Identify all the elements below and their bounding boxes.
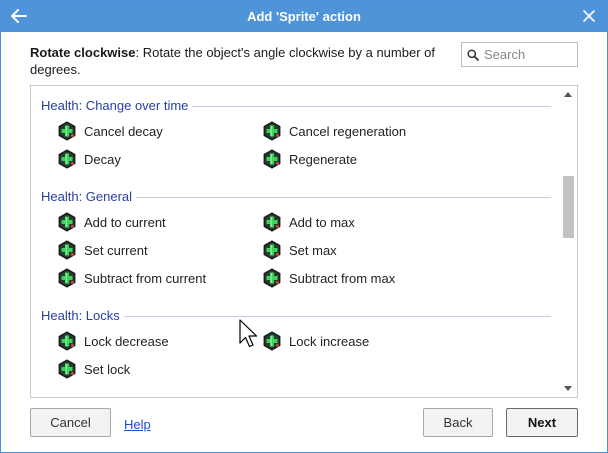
action-list[interactable]: Health: Change over time Cancel decay Ca… [30, 85, 578, 398]
search-box[interactable] [461, 42, 578, 67]
list-item-label: Cancel decay [84, 123, 163, 139]
list-item-label: Regenerate [289, 151, 357, 167]
search-icon [467, 48, 479, 61]
health-cross-icon [58, 331, 76, 351]
close-button[interactable] [579, 6, 599, 26]
list-item-add-to-max[interactable]: Add to max [262, 211, 355, 233]
list-item-add-to-current[interactable]: Add to current [57, 211, 166, 233]
list-item-label: Lock decrease [84, 333, 169, 349]
health-cross-icon [58, 240, 76, 260]
group-title: Health: Locks [41, 308, 124, 323]
group-title: Health: General [41, 189, 137, 204]
back-nav-button[interactable]: Back [423, 408, 493, 437]
health-cross-icon [58, 149, 76, 169]
health-cross-icon [58, 268, 76, 288]
next-button[interactable]: Next [506, 408, 578, 437]
group-locks: Health: Locks [41, 308, 551, 326]
action-name: Rotate clockwise [30, 45, 136, 60]
health-cross-icon [263, 240, 281, 260]
list-item-set-current[interactable]: Set current [57, 239, 148, 261]
health-cross-icon [263, 268, 281, 288]
title-bar: Add 'Sprite' action [1, 1, 607, 32]
list-item-label: Add to max [289, 214, 355, 230]
scroll-thumb[interactable] [563, 176, 574, 238]
list-item-set-max[interactable]: Set max [262, 239, 337, 261]
list-scrollbar[interactable] [560, 86, 577, 397]
group-title: Health: Change over time [41, 98, 193, 113]
list-item-set-lock[interactable]: Set lock [57, 358, 130, 380]
health-cross-icon [58, 121, 76, 141]
search-input[interactable] [484, 47, 572, 62]
group-general: Health: General [41, 189, 551, 207]
add-action-dialog: Add 'Sprite' action Rotate clockwise: Ro… [0, 0, 608, 453]
list-item-lock-increase[interactable]: Lock increase [262, 330, 369, 352]
cancel-button[interactable]: Cancel [30, 408, 111, 437]
mouse-pointer-icon [239, 319, 258, 348]
health-cross-icon [58, 359, 76, 379]
list-item-cancel-regeneration[interactable]: Cancel regeneration [262, 120, 406, 142]
action-description: Rotate clockwise: Rotate the object's an… [30, 44, 450, 78]
list-item-label: Subtract from max [289, 270, 396, 286]
health-cross-icon [263, 149, 281, 169]
list-item-label: Set lock [84, 361, 131, 377]
health-cross-icon [263, 212, 281, 232]
list-item-label: Decay [84, 151, 121, 167]
group-header: Health: Locks [41, 308, 551, 326]
list-item-decay[interactable]: Decay [57, 148, 121, 170]
list-item-label: Set max [289, 242, 337, 258]
scroll-down-arrow[interactable] [564, 386, 572, 391]
dialog-title: Add 'Sprite' action [247, 9, 361, 24]
group-header: Health: General [41, 189, 551, 207]
list-item-subtract-from-current[interactable]: Subtract from current [57, 267, 206, 289]
list-item-label: Subtract from current [84, 270, 207, 286]
health-cross-icon [58, 212, 76, 232]
list-item-label: Lock increase [289, 333, 370, 349]
close-icon [583, 10, 595, 22]
list-item-subtract-from-max[interactable]: Subtract from max [262, 267, 395, 289]
list-item-regenerate[interactable]: Regenerate [262, 148, 357, 170]
health-cross-icon [263, 121, 281, 141]
scroll-up-arrow[interactable] [564, 92, 572, 97]
list-item-cancel-decay[interactable]: Cancel decay [57, 120, 163, 142]
list-item-label: Add to current [84, 214, 166, 230]
list-item-lock-decrease[interactable]: Lock decrease [57, 330, 169, 352]
list-item-label: Set current [84, 242, 148, 258]
list-item-label: Cancel regeneration [289, 123, 407, 139]
group-change-over-time: Health: Change over time [41, 98, 551, 116]
group-header: Health: Change over time [41, 98, 551, 116]
health-cross-icon [263, 331, 281, 351]
help-link[interactable]: Help [124, 417, 151, 432]
